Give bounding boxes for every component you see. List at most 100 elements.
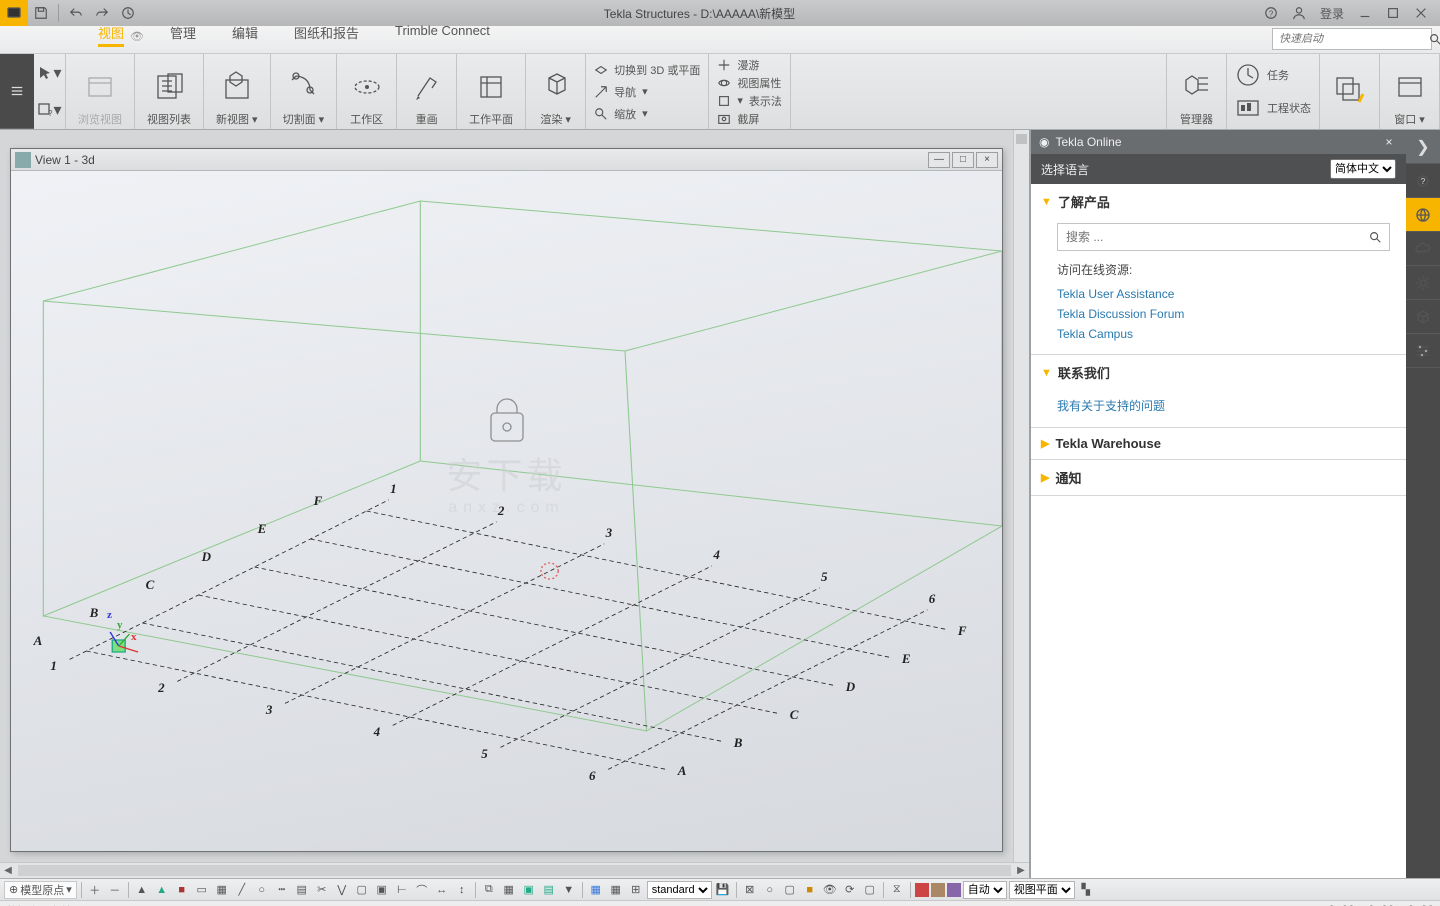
language-select[interactable]: 简体中文	[1330, 159, 1396, 179]
window-button[interactable]: 窗口 ▾	[1380, 54, 1440, 129]
combo-standard[interactable]: standard	[647, 881, 712, 899]
tb-dim1-icon[interactable]: ↔	[433, 881, 451, 899]
ribbon-重画[interactable]: 重画	[397, 54, 457, 129]
tb-sel3-icon[interactable]: ⊞	[627, 881, 645, 899]
strip-sliders-icon[interactable]	[1406, 334, 1440, 368]
save-icon[interactable]	[28, 0, 54, 26]
pointer-icon[interactable]: ▾	[34, 54, 65, 92]
tb-grid-icon[interactable]: ▤	[293, 881, 311, 899]
tb-brown-icon[interactable]	[931, 883, 945, 897]
tb-arc-icon[interactable]: ⌒	[413, 881, 431, 899]
tb-sq2-icon[interactable]: ■	[801, 881, 819, 899]
navigate-button[interactable]: 导航 ▾	[594, 82, 700, 102]
section-learn-header[interactable]: ▼了解产品	[1031, 184, 1406, 219]
tb-save2-icon[interactable]: 💾	[714, 881, 732, 899]
ribbon-新视图[interactable]: 新视图 ▾	[204, 54, 271, 129]
ribbon-视图列表[interactable]: 视图列表	[135, 54, 204, 129]
tb-sel2-icon[interactable]: ▦	[607, 881, 625, 899]
tb-dashed-icon[interactable]: ┅	[273, 881, 291, 899]
roam-button[interactable]: 漫游	[717, 57, 782, 73]
maximize-icon[interactable]	[1380, 0, 1406, 26]
tb-circle-icon[interactable]: ○	[253, 881, 271, 899]
tb-sel1-icon[interactable]: ▦	[587, 881, 605, 899]
view-canvas[interactable]: 安下载 anxz.com AABBCCDDEEFF112233445566 z …	[11, 171, 1002, 851]
tb-line-icon[interactable]: ╱	[233, 881, 251, 899]
link-tekla-campus[interactable]: Tekla Campus	[1057, 324, 1390, 344]
section-warehouse-header[interactable]: ▶Tekla Warehouse	[1031, 428, 1406, 459]
search-icon[interactable]	[1428, 32, 1440, 46]
tb-paste-icon[interactable]: ▦	[500, 881, 518, 899]
minimize-icon[interactable]	[1352, 0, 1378, 26]
horizontal-scrollbar[interactable]: ◀▶	[0, 862, 1029, 878]
panel-close-icon[interactable]: ×	[1380, 135, 1398, 149]
section-notify-header[interactable]: ▶通知	[1031, 460, 1406, 495]
strip-expand-icon[interactable]: ❯	[1406, 130, 1440, 164]
project-status-button[interactable]: 工程状态	[1235, 92, 1311, 126]
tb-rect-icon[interactable]: ▭	[193, 881, 211, 899]
strip-globe-icon[interactable]	[1406, 198, 1440, 232]
quick-launch-search[interactable]	[1272, 28, 1432, 50]
screenshot-button[interactable]: 截屏	[717, 111, 782, 127]
tb-red-icon[interactable]	[915, 883, 929, 897]
link-user-assistance[interactable]: Tekla User Assistance	[1057, 284, 1390, 304]
ribbon-工作平面[interactable]: 工作平面	[457, 54, 526, 129]
search-icon[interactable]	[1361, 224, 1389, 250]
tb-scissors-icon[interactable]: ✂	[313, 881, 331, 899]
tb-plus-icon[interactable]: ＋	[86, 881, 104, 899]
help-icon[interactable]: ?	[1258, 0, 1284, 26]
view-close-icon[interactable]: ×	[976, 152, 998, 168]
tb-sq3-icon[interactable]: ▢	[861, 881, 879, 899]
tb-box2-icon[interactable]: ▣	[373, 881, 391, 899]
tb-dim2-icon[interactable]: ↕	[453, 881, 471, 899]
tb-eye-icon[interactable]: 👁	[821, 881, 839, 899]
switch-3d-plane-button[interactable]: 切换到 3D 或平面	[594, 60, 700, 80]
combo-viewplane[interactable]: 视图平面	[1009, 881, 1075, 899]
tb-pointer-icon[interactable]: ▲	[133, 881, 151, 899]
tb-hourglass-icon[interactable]: ⧖	[888, 881, 906, 899]
strip-cloud-icon[interactable]	[1406, 232, 1440, 266]
tb-sq1-icon[interactable]: ▢	[781, 881, 799, 899]
tb-hatch-icon[interactable]: ▦	[213, 881, 231, 899]
tab-管理[interactable]: 管理	[152, 19, 214, 53]
side-menu-icon[interactable]	[0, 54, 34, 129]
snap-origin-button[interactable]: ⊕ 模型原点 ▾	[4, 881, 77, 899]
close-icon[interactable]	[1408, 0, 1434, 26]
tb-x1-icon[interactable]: ⊠	[741, 881, 759, 899]
link-support-question[interactable]: 我有关于支持的问题	[1057, 394, 1390, 417]
tb-triangle-icon[interactable]: ▲	[153, 881, 171, 899]
tab-编辑[interactable]: 编辑	[214, 19, 276, 53]
link-discussion-forum[interactable]: Tekla Discussion Forum	[1057, 304, 1390, 324]
panel-search-input[interactable]	[1058, 224, 1361, 250]
view-props-button[interactable]: 视图属性	[717, 75, 782, 91]
user-icon[interactable]	[1286, 0, 1312, 26]
tb-minus-icon[interactable]: －	[106, 881, 124, 899]
panel-search[interactable]	[1057, 223, 1390, 251]
tab-图纸和报告[interactable]: 图纸和报告	[276, 19, 377, 53]
tb-v1-icon[interactable]: ⋁	[333, 881, 351, 899]
strip-settings-icon[interactable]	[1406, 266, 1440, 300]
ribbon-渲染[interactable]: 渲染 ▾	[526, 54, 586, 129]
tasks-button[interactable]: 任务	[1235, 58, 1311, 92]
manager-button[interactable]: 管理器	[1167, 54, 1227, 129]
login-button[interactable]: 登录	[1314, 5, 1350, 22]
help-pointer-icon[interactable]: ?▾	[34, 92, 65, 130]
tb-o1-icon[interactable]: ○	[761, 881, 779, 899]
quick-launch-input[interactable]	[1273, 33, 1428, 45]
tb-pur-icon[interactable]	[947, 883, 961, 897]
ribbon-切割面[interactable]: 切割面 ▾	[271, 54, 338, 129]
tb-square-icon[interactable]: ■	[173, 881, 191, 899]
ribbon-工作区[interactable]: 工作区	[337, 54, 397, 129]
tb-box1-icon[interactable]: ▢	[353, 881, 371, 899]
view-maximize-icon[interactable]: □	[952, 152, 974, 168]
combo-auto[interactable]: 自动	[963, 881, 1007, 899]
tb-copy-icon[interactable]: ⧉	[480, 881, 498, 899]
tb-green1-icon[interactable]: ▣	[520, 881, 538, 899]
zoom-button[interactable]: 缩放 ▾	[594, 104, 700, 124]
windows-stack-button[interactable]	[1320, 54, 1380, 129]
section-contact-header[interactable]: ▼联系我们	[1031, 355, 1406, 390]
tab-Trimble Connect[interactable]: Trimble Connect	[377, 19, 508, 53]
tb-last-icon[interactable]: ▚	[1077, 881, 1095, 899]
view-minimize-icon[interactable]: —	[928, 152, 950, 168]
tb-green2-icon[interactable]: ▤	[540, 881, 558, 899]
vertical-scrollbar[interactable]	[1013, 130, 1029, 862]
